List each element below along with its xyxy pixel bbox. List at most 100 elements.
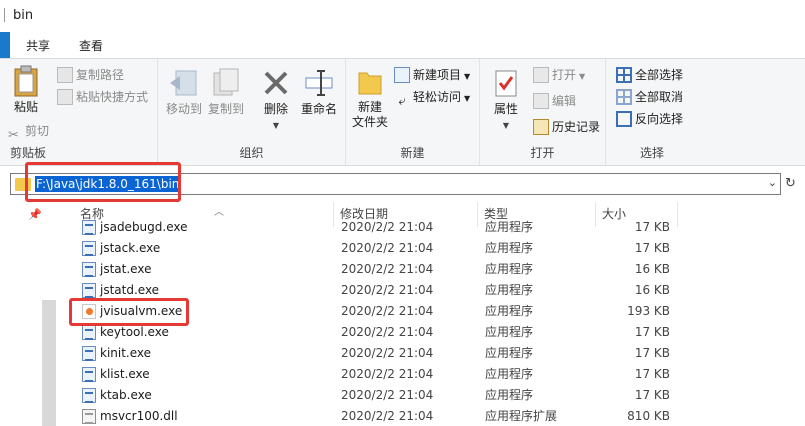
new-item-icon — [394, 67, 410, 83]
open-button[interactable]: 打开 ▼ — [533, 65, 585, 85]
table-row[interactable]: msvcr100.dll 2020/2/2 21:04 应用程序扩展 810 KB — [60, 406, 805, 426]
easy-access-button[interactable]: ⤶ 轻松访问 ▼ — [394, 87, 470, 109]
file-date: 2020/2/2 21:04 — [341, 262, 434, 276]
file-name: msvcr100.dll — [100, 409, 178, 423]
title-bar: bin — [0, 0, 805, 32]
chevron-down-icon: ▼ — [579, 72, 586, 81]
tab-file[interactable] — [0, 32, 10, 58]
file-type: 应用程序 — [485, 346, 534, 360]
exe-icon — [82, 325, 96, 340]
new-group-label: 新建 — [400, 146, 425, 160]
open-group: 属性 ▼ 打开 ▼ 编辑 历史记录 打开 — [480, 59, 606, 165]
paste-shortcut-button[interactable]: 粘贴快捷方式 — [57, 87, 148, 107]
table-row[interactable]: jsadebugd.exe 2020/2/2 21:04 应用程序 17 KB — [60, 217, 805, 238]
exe-icon — [82, 283, 96, 298]
move-to-icon — [170, 70, 197, 96]
new-folder-icon — [358, 72, 382, 95]
file-date: 2020/2/2 21:04 — [341, 220, 434, 234]
paste-shortcut-icon — [57, 89, 73, 105]
tab-view[interactable]: 查看 — [79, 37, 103, 54]
refresh-icon[interactable]: ↻ — [785, 176, 796, 191]
exe-icon — [82, 388, 96, 403]
table-row[interactable]: jstat.exe 2020/2/2 21:04 应用程序 16 KB — [60, 259, 805, 280]
table-row[interactable]: ktab.exe 2020/2/2 21:04 应用程序 17 KB — [60, 385, 805, 406]
history-button[interactable]: 历史记录 — [533, 117, 600, 137]
organize-group-label: 组织 — [239, 146, 264, 160]
file-size: 16 KB — [634, 283, 670, 297]
file-name: jstat.exe — [100, 262, 152, 276]
copy-to-icon — [213, 68, 239, 96]
window-title: bin — [13, 8, 34, 23]
exe-icon — [82, 367, 96, 382]
paste-button[interactable]: 粘贴 — [8, 65, 44, 115]
paste-shortcut-label: 粘贴快捷方式 — [76, 90, 149, 104]
file-type: 应用程序 — [485, 241, 534, 255]
file-type: 应用程序 — [485, 388, 534, 402]
properties-button[interactable]: 属性 ▼ — [486, 67, 526, 131]
rename-icon — [305, 70, 333, 96]
move-to-label: 移动到 — [165, 102, 202, 116]
file-size: 16 KB — [634, 262, 670, 276]
invert-selection-button[interactable]: 反向选择 — [616, 109, 683, 129]
navigation-scrollbar[interactable] — [42, 300, 56, 426]
select-none-label: 全部取消 — [635, 90, 684, 104]
edit-icon — [533, 93, 549, 109]
tab-share[interactable]: 共享 — [26, 37, 50, 54]
file-date: 2020/2/2 21:04 — [341, 325, 434, 339]
invert-selection-icon — [616, 111, 632, 127]
cut-button[interactable]: ✂ 剪切 — [8, 121, 50, 143]
move-to-button[interactable]: 移动到 — [162, 67, 206, 117]
select-all-icon — [616, 67, 632, 83]
organize-group: 移动到 复制到 删除 ▼ 重命名 组织 — [158, 59, 346, 165]
easy-access-icon: ⤶ — [398, 94, 406, 109]
file-name: kinit.exe — [100, 346, 152, 360]
ribbon-tabs: 共享 查看 — [0, 32, 805, 58]
file-type: 应用程序扩展 — [485, 409, 558, 423]
copy-to-button[interactable]: 复制到 — [204, 67, 248, 117]
chevron-down-icon[interactable]: ⌄ — [768, 176, 777, 189]
rename-button[interactable]: 重命名 — [296, 67, 342, 117]
exe-icon — [82, 262, 96, 277]
file-size: 17 KB — [634, 367, 670, 381]
chevron-down-icon: ▼ — [464, 72, 471, 81]
file-size: 17 KB — [634, 220, 670, 234]
delete-button[interactable]: 删除 ▼ — [256, 67, 296, 131]
cut-label: 剪切 — [25, 124, 50, 138]
select-all-button[interactable]: 全部选择 — [616, 65, 683, 85]
open-group-label: 打开 — [530, 146, 555, 160]
history-label: 历史记录 — [552, 120, 601, 134]
table-row[interactable]: kinit.exe 2020/2/2 21:04 应用程序 17 KB — [60, 343, 805, 364]
select-group-label: 选择 — [639, 146, 664, 160]
chevron-down-icon: ▼ — [502, 121, 510, 130]
file-date: 2020/2/2 21:04 — [341, 304, 434, 318]
pin-icon[interactable]: 📌 — [28, 208, 42, 221]
new-folder-button[interactable]: 新建 文件夹 — [350, 67, 390, 130]
select-none-button[interactable]: 全部取消 — [616, 87, 683, 107]
copy-path-label: 复制路径 — [76, 68, 125, 82]
clipboard-group-label: 剪贴板 — [10, 146, 47, 160]
copy-path-button[interactable]: 复制路径 — [57, 65, 124, 85]
file-date: 2020/2/2 21:04 — [341, 346, 434, 360]
open-icon — [533, 67, 549, 83]
select-all-label: 全部选择 — [635, 68, 684, 82]
chevron-down-icon: ▼ — [272, 121, 280, 130]
edit-label: 编辑 — [552, 94, 577, 108]
file-date: 2020/2/2 21:04 — [341, 367, 434, 381]
file-size: 810 KB — [627, 409, 670, 423]
table-row[interactable]: klist.exe 2020/2/2 21:04 应用程序 17 KB — [60, 364, 805, 385]
table-row[interactable]: jstack.exe 2020/2/2 21:04 应用程序 17 KB — [60, 238, 805, 259]
new-item-button[interactable]: 新建项目 ▼ — [394, 65, 470, 85]
scissors-icon: ✂ — [8, 128, 19, 143]
invert-selection-label: 反向选择 — [635, 112, 684, 126]
file-date: 2020/2/2 21:04 — [341, 241, 434, 255]
select-group: 全部选择 全部取消 反向选择 选择 — [606, 59, 698, 165]
dll-icon — [82, 409, 96, 424]
edit-button[interactable]: 编辑 — [533, 91, 576, 111]
file-type: 应用程序 — [485, 304, 534, 318]
history-icon — [533, 119, 549, 135]
folder-icon — [4, 8, 8, 22]
file-date: 2020/2/2 21:04 — [341, 283, 434, 297]
select-none-icon — [616, 89, 632, 105]
jvisualvm-highlight-box — [69, 298, 189, 326]
rename-label: 重命名 — [300, 102, 337, 116]
